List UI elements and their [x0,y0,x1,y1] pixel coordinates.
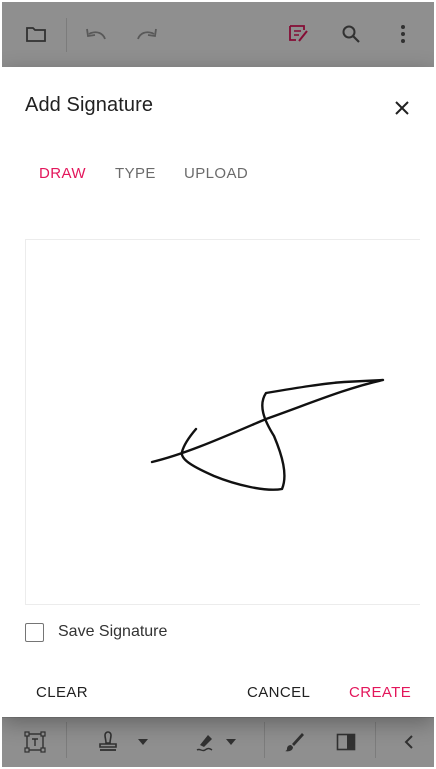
tab-type[interactable]: TYPE [115,165,156,182]
tab-upload[interactable]: UPLOAD [184,165,248,182]
signature-canvas[interactable] [25,239,420,605]
close-icon[interactable] [388,94,416,122]
dialog-title: Add Signature [25,94,154,116]
signature-stroke [150,378,385,491]
cancel-button[interactable]: CANCEL [247,684,310,701]
clear-button[interactable]: CLEAR [36,684,88,701]
add-signature-dialog: Add Signature DRAW TYPE UPLOAD Save Sign… [2,67,434,717]
app-window: Add Signature DRAW TYPE UPLOAD Save Sign… [2,2,434,767]
create-button[interactable]: CREATE [349,684,411,701]
save-signature-label: Save Signature [58,623,168,640]
save-signature-option[interactable]: Save Signature [25,620,167,644]
tab-draw[interactable]: DRAW [39,165,86,182]
save-signature-checkbox[interactable] [25,622,44,642]
